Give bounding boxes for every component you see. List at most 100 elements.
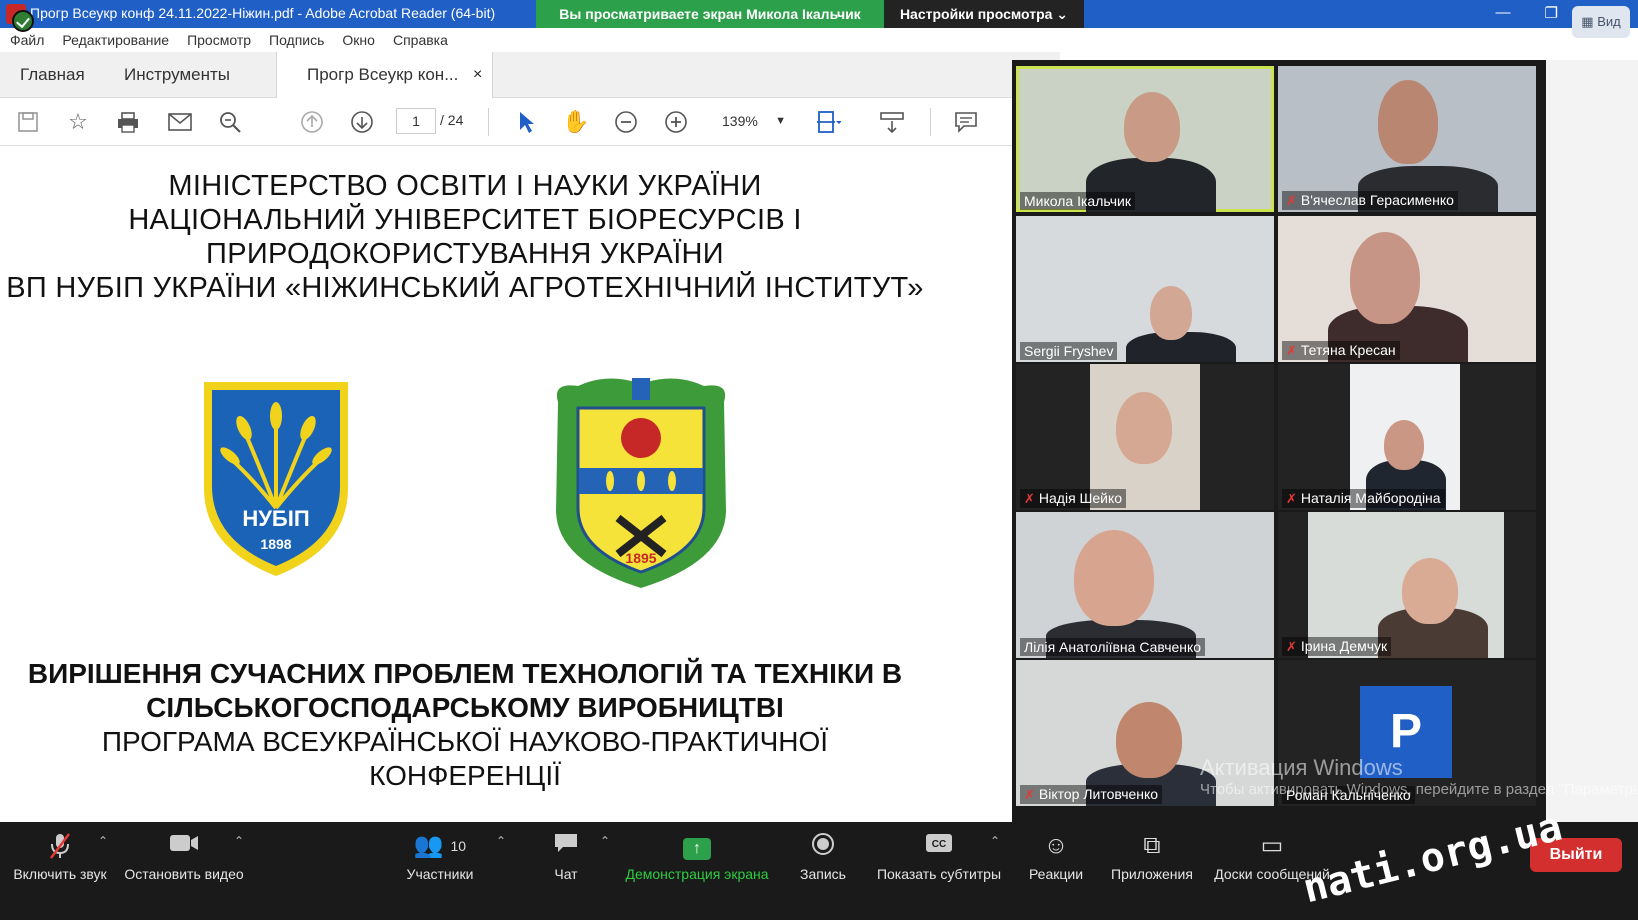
participants-icon: 👥 10	[413, 832, 467, 859]
tab-tools[interactable]: Инструменты	[124, 52, 230, 98]
window-title: Прогр Всеукр конф 24.11.2022-Ніжин.pdf -…	[30, 5, 496, 21]
scroll-mode-icon[interactable]	[878, 108, 906, 136]
video-tile[interactable]: Микола Ікальчик	[1016, 66, 1274, 212]
zoom-search-icon[interactable]	[216, 108, 244, 136]
select-cursor-icon[interactable]	[512, 108, 540, 136]
share-screen-icon: ↑	[624, 832, 770, 860]
next-page-icon[interactable]	[348, 108, 376, 136]
participant-name: ✗ В'ячеслав Герасименко	[1282, 191, 1458, 210]
view-button[interactable]: ▦ Вид	[1572, 6, 1630, 38]
chevron-up-icon[interactable]: ⌃	[234, 834, 244, 848]
captions-button[interactable]: CC Показать субтитры	[876, 822, 1002, 920]
pdf-page: МІНІСТЕРСТВО ОСВІТИ І НАУКИ УКРАЇНИ НАЦІ…	[0, 146, 1010, 826]
zoom-out-icon[interactable]	[612, 108, 640, 136]
participant-name: Sergii Fryshev	[1020, 342, 1118, 360]
security-shield-icon	[12, 10, 34, 32]
share-screen-button[interactable]: ↑ Демонстрация экрана	[624, 822, 770, 920]
participants-button[interactable]: 👥 10 Участники	[400, 822, 480, 920]
email-icon[interactable]	[166, 108, 194, 136]
print-icon[interactable]	[114, 108, 142, 136]
title-bar: Прогр Всеукр конф 24.11.2022-Ніжин.pdf -…	[0, 0, 1638, 32]
record-icon	[796, 832, 850, 860]
menu-file[interactable]: Файл	[10, 32, 44, 48]
participant-name: ✗ Віктор Литовченко	[1020, 785, 1163, 804]
muted-mic-icon: ✗	[1024, 787, 1035, 802]
video-tile[interactable]: ✗ Тетяна Кресан	[1278, 216, 1536, 362]
muted-mic-icon: ✗	[1286, 639, 1297, 654]
restore-icon[interactable]: ❐	[1545, 4, 1558, 22]
video-tile[interactable]: ✗ Надія Шейко	[1016, 364, 1274, 510]
video-tile[interactable]: ✗ Наталія Майбородіна	[1278, 364, 1536, 510]
whiteboard-icon: ▭	[1260, 832, 1284, 859]
record-button[interactable]: Запись	[796, 822, 850, 920]
window-controls: — ❐	[1496, 4, 1558, 22]
reactions-button[interactable]: ☺ Реакции	[1026, 822, 1086, 920]
chevron-up-icon[interactable]: ⌃	[600, 834, 610, 848]
closed-captions-icon: CC	[876, 832, 1002, 860]
header-line-institute: ВП НУБІП УКРАЇНИ «НІЖИНСЬКИЙ АГРОТЕХНІЧН…	[6, 272, 924, 304]
video-camera-icon	[124, 832, 244, 860]
participant-name: Лілія Анатоліївна Савченко	[1020, 638, 1206, 656]
muted-mic-icon: ✗	[1286, 193, 1297, 208]
participant-face	[1350, 232, 1420, 324]
comment-icon[interactable]	[952, 108, 980, 136]
conference-subtitle-line-1: ПРОГРАМА ВСЕУКРАЇНСЬКОЇ НАУКОВО-ПРАКТИЧН…	[101, 726, 829, 757]
participant-name: Микола Ікальчик	[1020, 192, 1135, 210]
menu-help[interactable]: Справка	[393, 32, 448, 48]
chat-bubble-icon	[546, 832, 586, 860]
tab-document[interactable]: Прогр Всеукр кон... ×	[276, 52, 494, 98]
header-line-ministry: МІНІСТЕРСТВО ОСВІТИ І НАУКИ УКРАЇНИ	[168, 170, 762, 202]
chat-button[interactable]: Чат	[546, 822, 586, 920]
chevron-up-icon[interactable]: ⌃	[990, 834, 1000, 848]
muted-microphone-icon	[8, 832, 112, 860]
menu-edit[interactable]: Редактирование	[62, 32, 169, 48]
close-tab-icon[interactable]: ×	[473, 52, 482, 98]
star-icon[interactable]: ☆	[64, 108, 92, 136]
page-total: / 24	[440, 112, 464, 128]
previous-page-icon[interactable]	[298, 108, 326, 136]
participant-name: ✗ Тетяна Кресан	[1282, 341, 1400, 360]
screen: Прогр Всеукр конф 24.11.2022-Ніжин.pdf -…	[0, 0, 1638, 920]
page-number-input[interactable]: 1	[396, 108, 436, 134]
tab-home[interactable]: Главная	[20, 52, 85, 98]
minimize-icon[interactable]: —	[1496, 4, 1511, 22]
fit-page-icon[interactable]	[814, 108, 842, 136]
apps-button[interactable]: ⧉ Приложения	[1108, 822, 1196, 920]
zoom-level-select[interactable]: 139% ▼	[714, 108, 792, 134]
coat-of-arms-logo: 1895	[548, 372, 734, 590]
video-tile[interactable]: Лілія Анатоліївна Савченко	[1016, 512, 1274, 658]
participant-name: ✗ Ірина Демчук	[1282, 637, 1392, 656]
participant-name: ✗ Наталія Майбородіна	[1282, 489, 1445, 508]
menu-view[interactable]: Просмотр	[187, 32, 251, 48]
header-line-university-2: ПРИРОДОКОРИСТУВАННЯ УКРАЇНИ	[206, 238, 724, 270]
menu-bar: Файл Редактирование Просмотр Подпись Окн…	[0, 28, 1060, 52]
nubip-logo-text: НУБІП	[242, 506, 310, 531]
chevron-down-icon: ▼	[775, 115, 786, 127]
hand-tool-icon[interactable]: ✋	[562, 108, 590, 136]
participant-face	[1074, 530, 1154, 626]
participants-count: 10	[450, 838, 467, 854]
view-settings-button[interactable]: Настройки просмотра ⌄	[884, 0, 1084, 28]
video-tile[interactable]: ✗ В'ячеслав Герасименко	[1278, 66, 1536, 212]
conference-subtitle-line-2: КОНФЕРЕНЦІЇ	[369, 760, 561, 791]
conference-title-line-1: ВИРІШЕННЯ СУЧАСНИХ ПРОБЛЕМ ТЕХНОЛОГІЙ ТА…	[27, 658, 903, 689]
chevron-up-icon[interactable]: ⌃	[496, 834, 506, 848]
video-gallery: Микола Ікальчик ✗ В'ячеслав Герасименко S…	[1012, 60, 1546, 822]
video-tile[interactable]: Sergii Fryshev	[1016, 216, 1274, 362]
toolbar-divider	[488, 108, 489, 136]
zoom-in-icon[interactable]	[662, 108, 690, 136]
participant-face	[1402, 558, 1458, 624]
svg-text:CC: CC	[932, 839, 946, 850]
participant-face	[1116, 392, 1172, 464]
participant-name: ✗ Надія Шейко	[1020, 489, 1127, 508]
save-icon[interactable]	[14, 108, 42, 136]
stop-video-button[interactable]: Остановить видео	[124, 822, 244, 920]
video-tile[interactable]: ✗ Ірина Демчук	[1278, 512, 1536, 658]
tab-bar: Главная Инструменты Прогр Всеукр кон... …	[0, 52, 1060, 98]
nubip-logo-year: 1898	[260, 536, 292, 552]
smiley-plus-icon: ☺	[1043, 832, 1069, 859]
unmute-button[interactable]: Включить звук	[8, 822, 112, 920]
menu-sign[interactable]: Подпись	[269, 32, 324, 48]
chevron-up-icon[interactable]: ⌃	[98, 834, 108, 848]
menu-window[interactable]: Окно	[342, 32, 375, 48]
